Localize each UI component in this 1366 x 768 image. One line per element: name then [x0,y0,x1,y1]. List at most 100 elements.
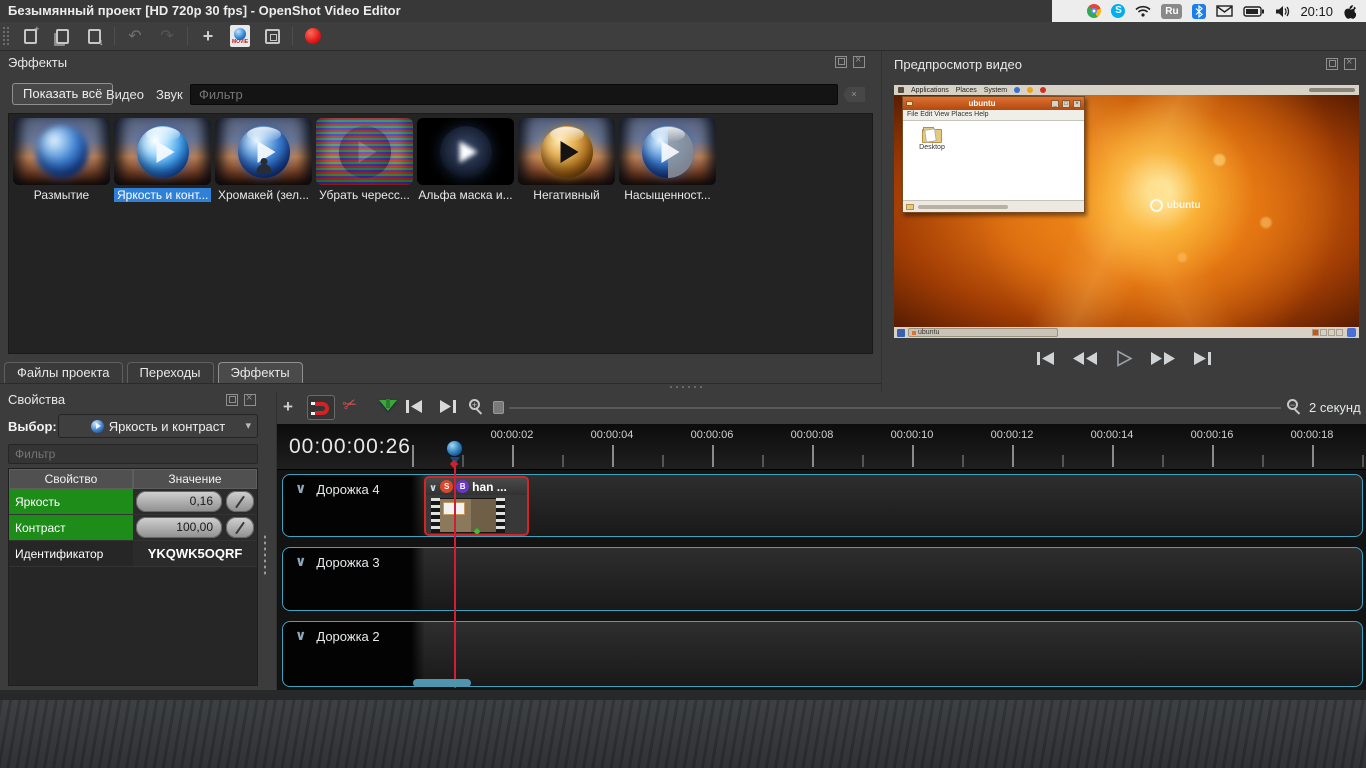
properties-filter-input[interactable] [8,444,258,464]
chrome-tray-icon[interactable] [1087,4,1101,18]
animated-title-button[interactable] [301,25,325,47]
skype-tray-icon[interactable]: S [1111,4,1125,18]
effect-item-brightness[interactable]: Яркость и конт... [114,118,211,202]
track-menu-chevron[interactable] [295,480,306,498]
effects-search-input[interactable] [190,84,838,105]
video-desktop-taskbar: ubuntu [894,327,1359,338]
effect-item-chromakey[interactable]: Хромакей (зел... [215,118,312,202]
volume-icon[interactable] [1275,5,1290,18]
video-window-minimize: _ [1051,100,1059,108]
track-label: Дорожка 2 [316,629,379,644]
toolbar-separator [187,27,188,45]
close-panel-icon[interactable] [1344,58,1356,70]
add-track-button[interactable] [283,397,293,417]
effect-item-blur[interactable]: Размытие [13,118,110,202]
effect-thumbnail [518,118,615,185]
properties-table-header: Свойство Значение [9,469,257,489]
property-name: Контраст [9,515,133,541]
track-menu-chevron[interactable] [295,627,306,645]
effect-item-negative[interactable]: Негативный [518,118,615,202]
video-desktop-menubar: Applications Places System [894,85,1359,95]
tab-project-files[interactable]: Файлы проекта [4,362,123,383]
keyframe-button[interactable] [226,491,254,512]
float-panel-icon[interactable] [835,56,847,68]
import-files-button[interactable] [196,25,220,47]
open-project-button[interactable] [50,25,74,47]
clip-effect-badge-s: S [440,480,453,493]
effect-item-deinterlace[interactable]: Убрать чересс... [316,118,413,202]
clip-filmstrip-thumbnail [431,498,505,533]
video-window-title: ubuntu [916,98,1048,110]
video-menu-places: Places [956,87,977,94]
float-panel-icon[interactable] [1326,58,1338,70]
effect-label: Хромакей (зел... [218,188,309,202]
video-filter-button[interactable]: Видео [106,87,144,102]
clear-filter-icon[interactable]: × [843,87,865,102]
audio-filter-button[interactable]: Звук [156,87,183,102]
effect-thumbnail [13,118,110,185]
effect-item-alpha-mask[interactable]: Альфа маска и... [417,118,514,202]
add-marker-button[interactable] [379,400,397,411]
property-id-value: YKQWK5OQRF [133,541,257,567]
show-all-filter-button[interactable]: Показать всё [12,83,113,105]
zoom-out-icon[interactable]: − [1287,399,1303,415]
effect-thumbnail [114,118,211,185]
value-slider[interactable]: 100,00 [136,517,222,538]
video-menu-applications: Applications [911,87,949,94]
razor-tool-button[interactable] [340,393,360,417]
wifi-icon[interactable] [1135,5,1151,17]
export-video-button[interactable]: MOVIE [228,25,252,47]
undo-button[interactable] [123,25,147,47]
track-menu-chevron[interactable] [295,553,306,571]
battery-icon[interactable] [1243,6,1265,17]
bluetooth-icon[interactable] [1192,4,1206,19]
panel-tabs: Файлы проекта Переходы Эффекты [4,362,303,383]
property-row-brightness: Яркость 0,16 [9,489,257,515]
clock[interactable]: 20:10 [1300,4,1333,19]
mail-icon[interactable] [1216,5,1233,17]
jump-to-end-button[interactable] [1189,350,1215,367]
desktop-dock: S W X P A a [0,700,1366,768]
snapping-toggle-button[interactable] [307,395,335,420]
close-panel-icon[interactable] [244,394,256,406]
ruler-label: 00:00:08 [791,429,834,441]
window-title: Безымянный проект [HD 720p 30 fps] - Ope… [8,3,401,18]
effect-select-dropdown[interactable]: Яркость и контраст [58,414,258,438]
column-value: Значение [133,469,257,489]
effect-item-saturation[interactable]: Насыщенност... [619,118,716,202]
keyframe-button[interactable] [226,517,254,538]
timeline-horizontal-scrollbar[interactable] [413,679,471,687]
fast-forward-button[interactable] [1150,350,1176,367]
zoom-slider-track[interactable] [509,407,1281,409]
apple-menu-icon[interactable] [1343,4,1356,19]
tabs-divider [0,383,881,384]
save-project-button[interactable]: ↓ [82,25,106,47]
value-slider[interactable]: 0,16 [136,491,222,512]
tab-effects[interactable]: Эффекты [218,362,303,383]
record-icon [305,28,321,44]
zoom-in-icon[interactable]: + [469,399,485,415]
close-panel-icon[interactable] [853,56,865,68]
fullscreen-button[interactable] [260,25,284,47]
clip-menu-chevron[interactable] [429,478,437,496]
track-3: Дорожка 3 [282,547,1363,611]
jump-to-start-button[interactable] [1033,350,1059,367]
float-panel-icon[interactable] [226,394,238,406]
fullscreen-icon [265,29,280,44]
splitter-handle-vertical[interactable] [263,534,267,576]
previous-marker-button[interactable] [405,399,425,419]
effect-label: Альфа маска и... [418,188,512,202]
keyboard-layout-indicator[interactable]: Ru [1161,4,1182,19]
playhead-handle[interactable] [446,440,463,457]
tab-transitions[interactable]: Переходы [127,362,214,383]
rewind-button[interactable] [1072,350,1098,367]
next-marker-button[interactable] [437,399,457,419]
redo-button[interactable] [155,25,179,47]
effects-panel: Эффекты Показать всё Видео Звук × Размыт… [0,51,881,362]
new-project-button[interactable]: + [18,25,42,47]
splitter-handle-horizontal[interactable] [668,385,704,389]
screen: Безымянный проект [HD 720p 30 fps] - Ope… [0,0,1366,768]
zoom-slider-handle[interactable] [493,401,504,414]
timeline-clip[interactable]: S B han ... [424,476,529,536]
play-button[interactable] [1111,350,1137,367]
